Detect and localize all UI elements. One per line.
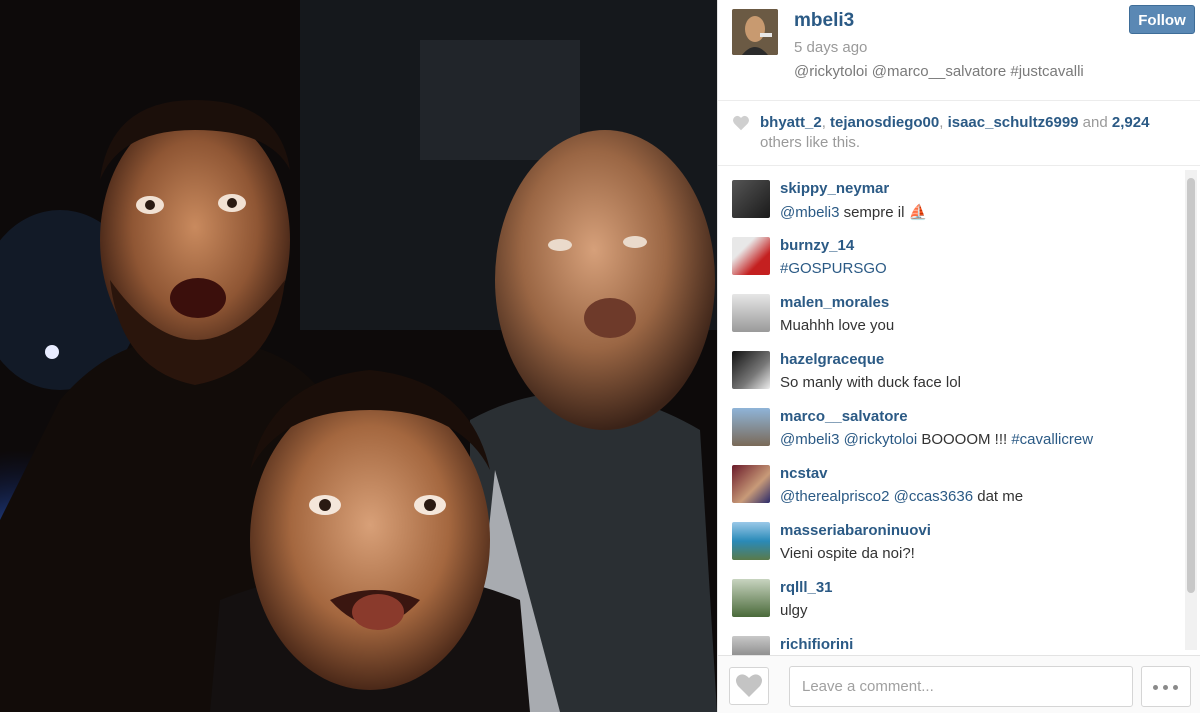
comment-body: sempre il ⛵ xyxy=(839,204,928,221)
commenter-username[interactable]: malen_morales xyxy=(780,294,889,311)
commenter-username[interactable]: masseriabaroninuovi xyxy=(780,522,931,539)
comment-text: @mbeli3 @rickytoloi BOOOOM !!! #cavallic… xyxy=(780,431,1093,448)
follow-button[interactable]: Follow xyxy=(1129,5,1195,34)
more-options-button[interactable] xyxy=(1141,666,1191,707)
post-photo[interactable] xyxy=(0,0,717,712)
comment-text: Vieni ospite da noi?! xyxy=(780,545,915,562)
comment-text: @mbeli3 sempre il ⛵ xyxy=(780,203,927,221)
commenter-username[interactable]: rqlll_31 xyxy=(780,579,833,596)
commenter-avatar[interactable] xyxy=(732,465,770,503)
commenter-username[interactable]: marco__salvatore xyxy=(780,408,908,425)
likes-suffix: others like this. xyxy=(760,134,861,151)
caption-hashtag[interactable]: #justcavalli xyxy=(1010,63,1083,80)
likes-summary: bhyatt_2, tejanosdiego00, isaac_schultz6… xyxy=(718,101,1200,166)
comments-list[interactable]: skippy_neymar @mbeli3 sempre il ⛵ burnzy… xyxy=(718,166,1200,655)
commenter-avatar[interactable] xyxy=(732,351,770,389)
comment-item: marco__salvatore @mbeli3 @rickytoloi BOO… xyxy=(732,408,1172,464)
commenter-username[interactable]: richifiorini xyxy=(780,636,853,653)
comment-body: Muahhh love you xyxy=(780,317,895,334)
likes-count[interactable]: 2,924 xyxy=(1112,114,1150,131)
like-button[interactable] xyxy=(729,667,769,705)
comment-body: So manly with duck face lol xyxy=(780,374,961,391)
liker-username[interactable]: tejanosdiego00 xyxy=(830,114,939,131)
post-caption: @rickytoloi @marco__salvatore #justcaval… xyxy=(794,63,1084,80)
likes-and: and xyxy=(1082,114,1108,131)
avatar-image xyxy=(732,9,778,55)
comment-text: #GOSPURSGO xyxy=(780,260,887,277)
more-dots-icon xyxy=(1163,685,1168,690)
comment-mention[interactable]: @mbeli3 xyxy=(780,204,839,221)
comments-scrollbar[interactable] xyxy=(1185,170,1197,650)
post-header: mbeli3 5 days ago @rickytoloi @marco__sa… xyxy=(718,0,1200,101)
comment-mention[interactable]: @therealprisco2 @ccas3636 xyxy=(780,488,973,505)
comment-body: dat me xyxy=(973,488,1024,505)
heart-icon xyxy=(736,674,762,697)
comment-text: So manly with duck face lol xyxy=(780,374,961,391)
comment-item: masseriabaroninuovi Vieni ospite da noi?… xyxy=(732,522,1172,578)
more-dots-icon xyxy=(1153,685,1158,690)
comment-hashtag[interactable]: #GOSPURSGO xyxy=(780,260,887,277)
commenter-avatar[interactable] xyxy=(732,522,770,560)
author-avatar[interactable] xyxy=(732,9,778,55)
comment-footer xyxy=(718,655,1200,713)
commenter-avatar[interactable] xyxy=(732,579,770,617)
commenter-avatar[interactable] xyxy=(732,636,770,655)
comment-text: @therealprisco2 @ccas3636 dat me xyxy=(780,488,1023,505)
commenter-avatar[interactable] xyxy=(732,180,770,218)
heart-icon xyxy=(733,115,749,131)
caption-mention[interactable]: @marco__salvatore xyxy=(872,63,1006,80)
scrollbar-thumb[interactable] xyxy=(1187,178,1195,593)
commenter-username[interactable]: ncstav xyxy=(780,465,828,482)
commenter-username[interactable]: hazelgraceque xyxy=(780,351,884,368)
commenter-avatar[interactable] xyxy=(732,408,770,446)
more-dots-icon xyxy=(1173,685,1178,690)
post-side-panel: mbeli3 5 days ago @rickytoloi @marco__sa… xyxy=(717,0,1200,713)
liker-username[interactable]: bhyatt_2 xyxy=(760,114,822,131)
comment-text: Muahhh love you xyxy=(780,317,894,334)
comment-text: ulgy xyxy=(780,602,808,619)
post-timestamp[interactable]: 5 days ago xyxy=(794,39,867,56)
caption-mention[interactable]: @rickytoloi xyxy=(794,63,868,80)
comment-hashtag[interactable]: #cavallicrew xyxy=(1011,431,1093,448)
comment-item: rqlll_31 ulgy xyxy=(732,579,1172,635)
selfie-illustration xyxy=(0,0,717,712)
comment-body: Vieni ospite da noi?! xyxy=(780,545,915,562)
likes-text: bhyatt_2, tejanosdiego00, isaac_schultz6… xyxy=(760,114,1150,151)
comment-input[interactable] xyxy=(789,666,1133,707)
author-username[interactable]: mbeli3 xyxy=(794,10,854,32)
commenter-avatar[interactable] xyxy=(732,294,770,332)
comment-item: hazelgraceque So manly with duck face lo… xyxy=(732,351,1172,407)
comment-body: ulgy xyxy=(780,602,808,619)
liker-username[interactable]: isaac_schultz6999 xyxy=(948,114,1079,131)
comment-mention[interactable]: @mbeli3 @rickytoloi xyxy=(780,431,917,448)
comment-item: ncstav @therealprisco2 @ccas3636 dat me xyxy=(732,465,1172,521)
commenter-avatar[interactable] xyxy=(732,237,770,275)
commenter-username[interactable]: burnzy_14 xyxy=(780,237,854,254)
comment-item: richifiorini xyxy=(732,636,1172,655)
comment-item: skippy_neymar @mbeli3 sempre il ⛵ xyxy=(732,180,1172,236)
comment-item: burnzy_14 #GOSPURSGO xyxy=(732,237,1172,293)
commenter-username[interactable]: skippy_neymar xyxy=(780,180,889,197)
comment-body: BOOOOM !!! xyxy=(917,431,1012,448)
comment-item: malen_morales Muahhh love you xyxy=(732,294,1172,350)
